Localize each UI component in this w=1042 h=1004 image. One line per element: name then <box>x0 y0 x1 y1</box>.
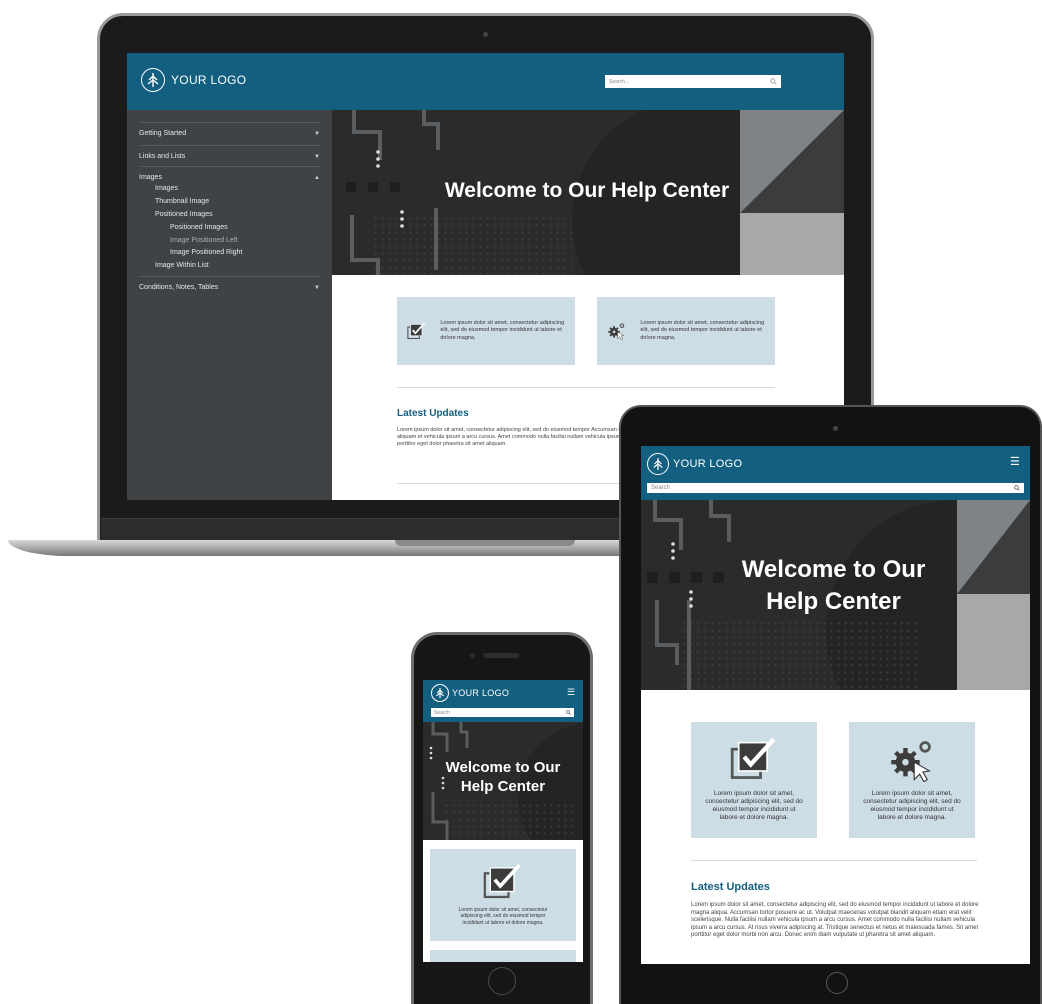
laptop-notch <box>395 540 575 546</box>
search-placeholder: Search <box>651 485 671 491</box>
tree-logo-icon <box>647 453 669 475</box>
tablet-screen: YOUR LOGO ☰ Search Welcome to Our Help C… <box>641 446 1030 964</box>
search-input[interactable]: Search <box>431 708 574 717</box>
tree-logo-icon <box>141 68 165 92</box>
sidebar-item-label: Links and Lists <box>139 153 186 160</box>
sidebar-subitem-image-positioned-left[interactable]: Image Positioned Left <box>170 237 238 244</box>
hamburger-menu-icon[interactable]: ☰ <box>1010 455 1020 468</box>
hamburger-menu-icon[interactable]: ☰ <box>567 687 575 698</box>
hero-banner: Welcome to Our Help Center <box>423 722 583 840</box>
checkbox-icon <box>730 737 776 779</box>
phone-speaker <box>483 653 519 658</box>
hero-title: Welcome to Our Help Center <box>711 554 956 618</box>
feature-tile[interactable]: Lorem ipsum dolor sit amet, consectetur … <box>597 297 775 365</box>
logo-text: YOUR LOGO <box>452 688 510 698</box>
gears-cursor-icon <box>608 323 625 341</box>
tile-text: Lorem ipsum dolor sit amet, consectetur … <box>705 789 803 822</box>
search-input[interactable]: Search... <box>605 75 781 88</box>
sidebar-item-getting-started[interactable]: Getting Started ▼ <box>139 122 320 137</box>
search-icon <box>1014 485 1020 491</box>
feature-tile[interactable] <box>430 950 576 962</box>
search-icon <box>770 78 777 85</box>
tile-text: Lorem ipsum dolor sit amet, consectetur … <box>640 320 765 341</box>
sidebar-item-label: Conditions, Notes, Tables <box>139 284 219 291</box>
feature-tile[interactable]: Lorem ipsum dolor sit amet, consectetur … <box>397 297 575 365</box>
sidebar-item-links-and-lists[interactable]: Links and Lists ▼ <box>139 145 320 160</box>
hero-title: Welcome to Our Help Center <box>433 758 573 796</box>
sidebar-item-label: Getting Started <box>139 130 187 137</box>
section-divider <box>691 860 977 861</box>
search-icon <box>566 710 571 715</box>
phone-home-button[interactable] <box>488 967 516 995</box>
tile-text: Lorem ipsum dolor sit amet, consectetur … <box>440 320 565 341</box>
sidebar-subitem-positioned-images[interactable]: Positioned Images <box>155 211 213 218</box>
hero-title-line: Welcome to Our <box>741 556 926 583</box>
phone-screen: YOUR LOGO ☰ Search Welcome to Our Help C… <box>423 680 583 962</box>
site-header: YOUR LOGO ☰ Search <box>641 446 1030 500</box>
hero-triangle-graphic <box>957 500 1030 690</box>
chevron-down-icon: ▼ <box>314 130 320 137</box>
tile-text: Lorem ipsum dolor sit amet, consectetur … <box>458 907 548 926</box>
feature-tile[interactable]: Lorem ipsum dolor sit amet, consectetur … <box>691 722 817 838</box>
hero-title-line: Help Center <box>460 778 546 795</box>
hero-title-line: Help Center <box>766 588 901 615</box>
sidebar-subitem-image-within-list[interactable]: Image Within List <box>155 262 209 269</box>
sidebar-subitem-image-positioned-right[interactable]: Image Positioned Right <box>170 249 242 256</box>
site-header: YOUR LOGO ☰ Search <box>423 680 583 722</box>
feature-tile[interactable]: Lorem ipsum dolor sit amet, consectetur … <box>430 849 576 941</box>
chevron-down-icon: ▼ <box>314 284 320 291</box>
latest-updates-heading: Latest Updates <box>691 881 770 893</box>
hero-banner: Welcome to Our Help Center <box>332 110 844 275</box>
tile-text: Lorem ipsum dolor sit amet, consectetur … <box>863 789 961 822</box>
hero-title: Welcome to Our Help Center <box>444 179 730 202</box>
sidebar-subitem-positioned-images-child[interactable]: Positioned Images <box>170 224 228 231</box>
tree-logo-icon <box>431 684 449 702</box>
site-header: YOUR LOGO Search... <box>127 53 844 110</box>
gears-cursor-icon <box>891 740 932 782</box>
sidebar-item-label: Images <box>139 174 162 181</box>
feature-tile[interactable]: Lorem ipsum dolor sit amet, consectetur … <box>849 722 975 838</box>
sidebar-item-conditions-notes-tables[interactable]: Conditions, Notes, Tables ▼ <box>139 276 320 291</box>
latest-updates-text: Lorem ipsum dolor sit amet, consectetur … <box>691 902 979 938</box>
search-input[interactable]: Search <box>647 483 1024 493</box>
hero-banner: Welcome to Our Help Center <box>641 500 1030 690</box>
logo[interactable]: YOUR LOGO <box>141 68 246 92</box>
search-placeholder: Search... <box>609 78 630 85</box>
section-divider <box>397 387 775 388</box>
phone-camera <box>470 653 475 658</box>
chevron-up-icon: ▲ <box>314 174 320 181</box>
tablet-camera <box>833 426 838 431</box>
sidebar-subitem-thumbnail-image[interactable]: Thumbnail Image <box>155 198 209 205</box>
search-placeholder: Search <box>434 709 450 716</box>
checkbox-icon <box>407 322 426 340</box>
sidebar-subitem-images[interactable]: Images <box>155 185 178 192</box>
checkbox-icon <box>483 864 521 899</box>
sidebar-nav: Getting Started ▼ Links and Lists ▼ Imag… <box>127 110 332 500</box>
logo[interactable]: YOUR LOGO <box>431 684 509 702</box>
logo-text: YOUR LOGO <box>673 458 743 470</box>
laptop-camera <box>483 32 488 37</box>
logo[interactable]: YOUR LOGO <box>647 453 742 475</box>
latest-updates-heading: Latest Updates <box>397 408 469 419</box>
logo-text: YOUR LOGO <box>171 73 247 87</box>
hero-title-line: Welcome to Our <box>445 759 561 776</box>
sidebar-item-images[interactable]: Images ▲ <box>139 166 320 181</box>
chevron-down-icon: ▼ <box>314 153 320 160</box>
tablet-home-button[interactable] <box>826 972 848 994</box>
